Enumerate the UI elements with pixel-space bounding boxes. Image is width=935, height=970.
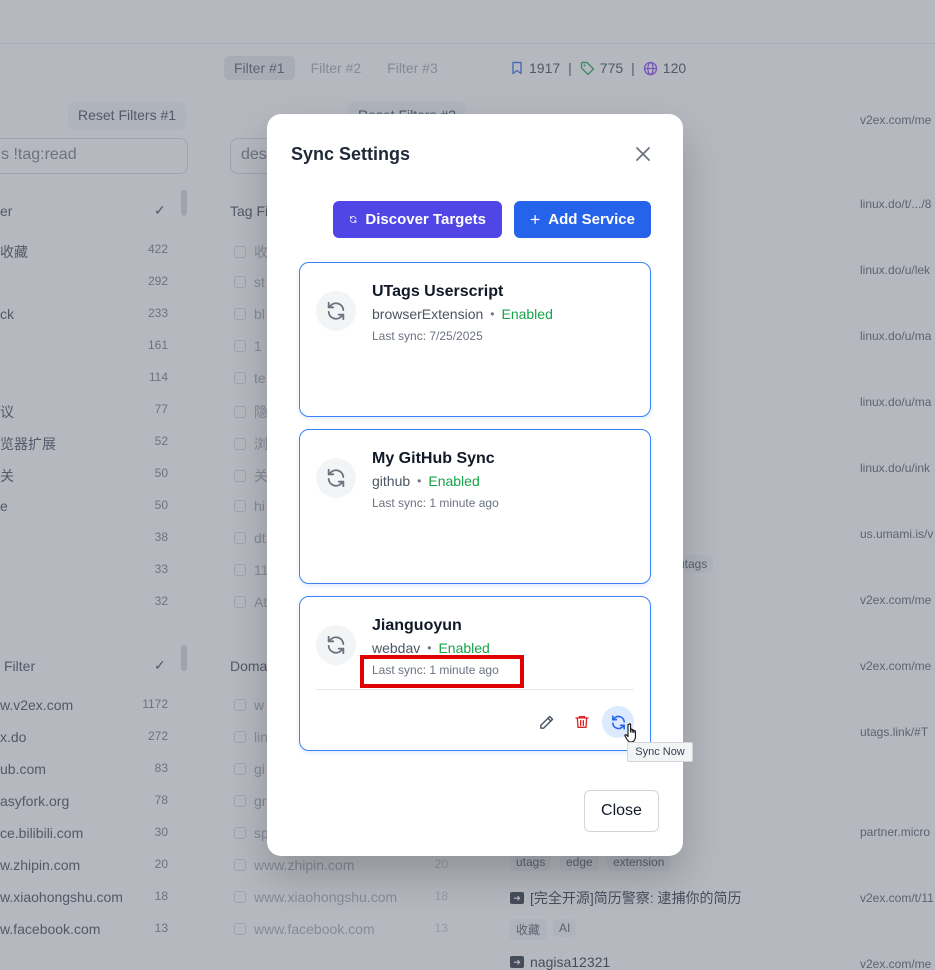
service-type: github: [372, 473, 411, 489]
close-dialog-button[interactable]: [633, 144, 653, 164]
close-button[interactable]: Close: [584, 790, 659, 832]
plus-icon: [530, 215, 540, 224]
service-meta: browserExtension • Enabled: [372, 306, 553, 322]
highlight-annotation: [360, 655, 524, 688]
sync-service-icon-wrap: [316, 291, 356, 331]
edit-service-button[interactable]: [530, 706, 562, 738]
hand-cursor-icon: [624, 723, 636, 743]
service-status: Enabled: [428, 473, 480, 489]
last-sync-text: Last sync: 1 minute ago: [372, 496, 499, 510]
service-type: webdav: [372, 640, 421, 656]
service-meta: webdav • Enabled: [372, 640, 490, 656]
close-icon: [636, 147, 650, 161]
card-divider: [316, 689, 634, 690]
service-name: Jianguoyun: [372, 617, 462, 634]
dialog-title: Sync Settings: [291, 144, 411, 164]
delete-service-button[interactable]: [566, 706, 598, 738]
discover-targets-label: Discover Targets: [365, 211, 486, 228]
last-sync-text: Last sync: 7/25/2025: [372, 329, 483, 343]
sync-icon: [327, 635, 345, 655]
add-service-button[interactable]: Add Service: [514, 201, 651, 238]
discover-targets-button[interactable]: Discover Targets: [333, 201, 502, 238]
add-service-label: Add Service: [548, 211, 635, 228]
service-status: Enabled: [501, 306, 553, 322]
sync-now-tooltip: Sync Now: [627, 742, 693, 762]
service-name: My GitHub Sync: [372, 450, 495, 467]
meta-separator: •: [490, 307, 495, 321]
service-type: browserExtension: [372, 306, 484, 322]
trash-icon: [575, 716, 589, 728]
service-name: UTags Userscript: [372, 283, 504, 300]
meta-separator: •: [417, 474, 422, 488]
meta-separator: •: [427, 641, 432, 655]
sync-service-icon-wrap: [316, 625, 356, 665]
sync-service-icon-wrap: [316, 458, 356, 498]
sync-icon: [327, 468, 345, 488]
sync-settings-dialog: Sync Settings Discover Targets Add Servi…: [267, 114, 683, 856]
refresh-icon: [350, 215, 357, 224]
service-card[interactable]: My GitHub Sync github • Enabled Last syn…: [299, 429, 651, 584]
service-status: Enabled: [438, 640, 490, 656]
sync-icon: [327, 301, 345, 321]
pencil-icon: [539, 715, 553, 729]
service-meta: github • Enabled: [372, 473, 480, 489]
service-card[interactable]: UTags Userscript browserExtension • Enab…: [299, 262, 651, 417]
